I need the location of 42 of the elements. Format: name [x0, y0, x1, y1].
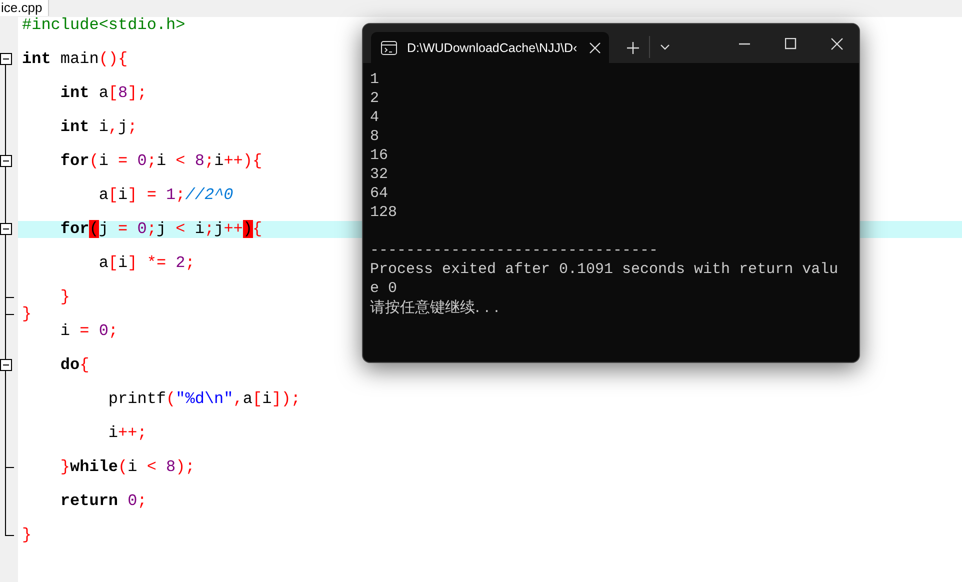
- tab-title: D:\WUDownloadCache\NJJ\D‹: [407, 40, 578, 54]
- code-line: for(i = 0;i < 8;i++){: [59, 153, 262, 170]
- output-line: 请按任意键继续. . .: [370, 298, 500, 317]
- output-line: Process exited after 0.1091 seconds with return valu: [370, 260, 840, 279]
- collapse-icon[interactable]: [0, 223, 12, 235]
- output-line: 16: [370, 146, 390, 165]
- code-line: }: [21, 306, 32, 323]
- code-line: i = 0;: [59, 323, 118, 340]
- code-line: printf("%d\n",a[i]);: [107, 391, 300, 408]
- code-line: int a[8];: [59, 85, 147, 102]
- code-line: }: [21, 527, 32, 544]
- code-line: do{: [59, 357, 90, 374]
- console-icon: [381, 40, 397, 54]
- code-line: #include<stdio.h>: [21, 17, 186, 34]
- output-line: 1: [370, 70, 380, 89]
- output-line: e 0: [370, 279, 398, 298]
- code-line: int main(){: [21, 51, 128, 68]
- code-line: i++;: [107, 425, 147, 442]
- close-tab-icon[interactable]: [589, 42, 601, 54]
- collapse-icon[interactable]: [0, 155, 12, 167]
- new-tab-icon[interactable]: [627, 42, 639, 54]
- code-line: }: [59, 289, 70, 306]
- output-line: 8: [370, 127, 380, 146]
- code-line: int i,j;: [59, 119, 138, 136]
- collapse-icon[interactable]: [0, 53, 12, 65]
- output-line: 4: [370, 108, 380, 127]
- output-line: 64: [370, 184, 390, 203]
- code-line: a[i] *= 2;: [98, 255, 195, 272]
- code-line: for(j = 0;j < i;j++){: [59, 221, 262, 238]
- maximize-icon[interactable]: [785, 38, 797, 50]
- close-icon[interactable]: [831, 38, 843, 50]
- terminal-tab[interactable]: D:\WUDownloadCache\NJJ\D‹: [371, 32, 609, 63]
- output-line: 32: [370, 165, 390, 184]
- code-line: a[i] = 1;//2^0: [98, 187, 234, 204]
- output-line: 2: [370, 89, 380, 108]
- dropdown-icon[interactable]: [660, 44, 670, 50]
- output-line: 128: [370, 203, 398, 222]
- output-line: --------------------------------: [370, 241, 660, 260]
- file-tab[interactable]: ice.cpp: [0, 0, 50, 16]
- collapse-icon[interactable]: [0, 359, 12, 371]
- code-line: }while(i < 8);: [59, 459, 195, 476]
- code-line: return 0;: [59, 493, 147, 510]
